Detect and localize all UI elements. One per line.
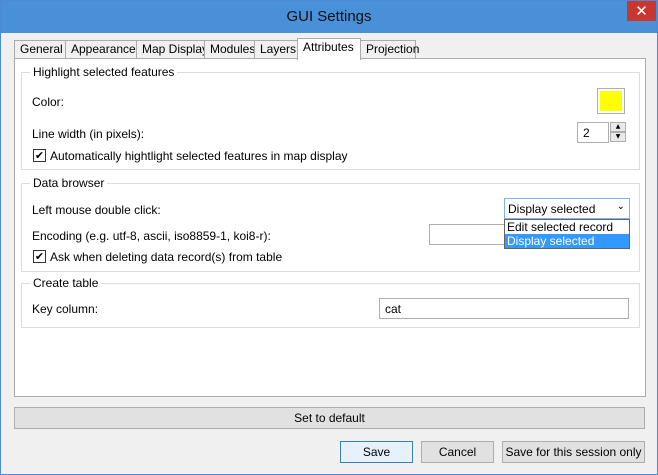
tab-map-display[interactable]: Map Display [136, 40, 208, 59]
double-click-dropdown: Edit selected record Display selected [504, 219, 630, 249]
tab-layers[interactable]: Layers [254, 40, 298, 59]
highlight-group: Highlight selected features Color: Line … [21, 65, 640, 170]
color-label: Color: [32, 95, 65, 109]
key-column-label: Key column: [32, 302, 99, 316]
key-column-value: cat [385, 302, 402, 316]
spinner-arrows: ▲ ▼ [610, 122, 626, 143]
tab-general[interactable]: General [14, 40, 66, 59]
color-swatch-fill [600, 91, 622, 111]
data-browser-group: Data browser Left mouse double click: Di… [21, 176, 640, 272]
settings-window: GUI Settings ✕ General Appearance Map Di… [0, 0, 658, 475]
spin-down-icon[interactable]: ▼ [610, 132, 626, 142]
line-width-spinner[interactable]: 2 ▲ ▼ [577, 122, 626, 143]
line-width-value: 2 [583, 126, 590, 140]
encoding-input[interactable] [429, 224, 509, 245]
close-icon[interactable]: ✕ [627, 1, 656, 21]
save-button[interactable]: Save [340, 441, 413, 463]
auto-highlight-checkbox[interactable]: ✔ [33, 149, 46, 162]
tab-attributes[interactable]: Attributes [297, 38, 361, 60]
encoding-label: Encoding (e.g. utf-8, ascii, iso8859-1, … [32, 229, 271, 243]
dropdown-option-display[interactable]: Display selected [505, 234, 629, 248]
auto-highlight-label: Automatically hightlight selected featur… [50, 149, 348, 163]
key-column-input[interactable]: cat [379, 298, 629, 319]
set-to-default-button[interactable]: Set to default [14, 407, 645, 429]
create-table-group-title: Create table [30, 276, 102, 290]
save-session-button[interactable]: Save for this session only [502, 441, 645, 463]
create-table-group: Create table Key column: cat [21, 276, 640, 328]
color-picker-button[interactable] [597, 88, 625, 114]
tab-modules[interactable]: Modules [204, 40, 255, 59]
data-browser-group-title: Data browser [30, 176, 108, 190]
chevron-down-icon: ⌄ [616, 201, 625, 212]
dropdown-option-edit[interactable]: Edit selected record [505, 220, 629, 234]
double-click-select[interactable]: Display selected ⌄ [504, 198, 630, 219]
ask-delete-label: Ask when deleting data record(s) from ta… [50, 250, 283, 264]
attributes-panel: Highlight selected features Color: Line … [14, 58, 646, 397]
window-title: GUI Settings [286, 8, 372, 25]
double-click-label: Left mouse double click: [32, 203, 161, 217]
line-width-label: Line width (in pixels): [32, 127, 145, 141]
tab-projection[interactable]: Projection [360, 40, 419, 59]
highlight-group-title: Highlight selected features [30, 65, 178, 79]
double-click-value: Display selected [508, 202, 596, 216]
cancel-button[interactable]: Cancel [421, 441, 494, 463]
tab-appearance[interactable]: Appearance [65, 40, 137, 59]
spin-up-icon[interactable]: ▲ [610, 122, 626, 132]
ask-delete-checkbox[interactable]: ✔ [33, 250, 46, 263]
